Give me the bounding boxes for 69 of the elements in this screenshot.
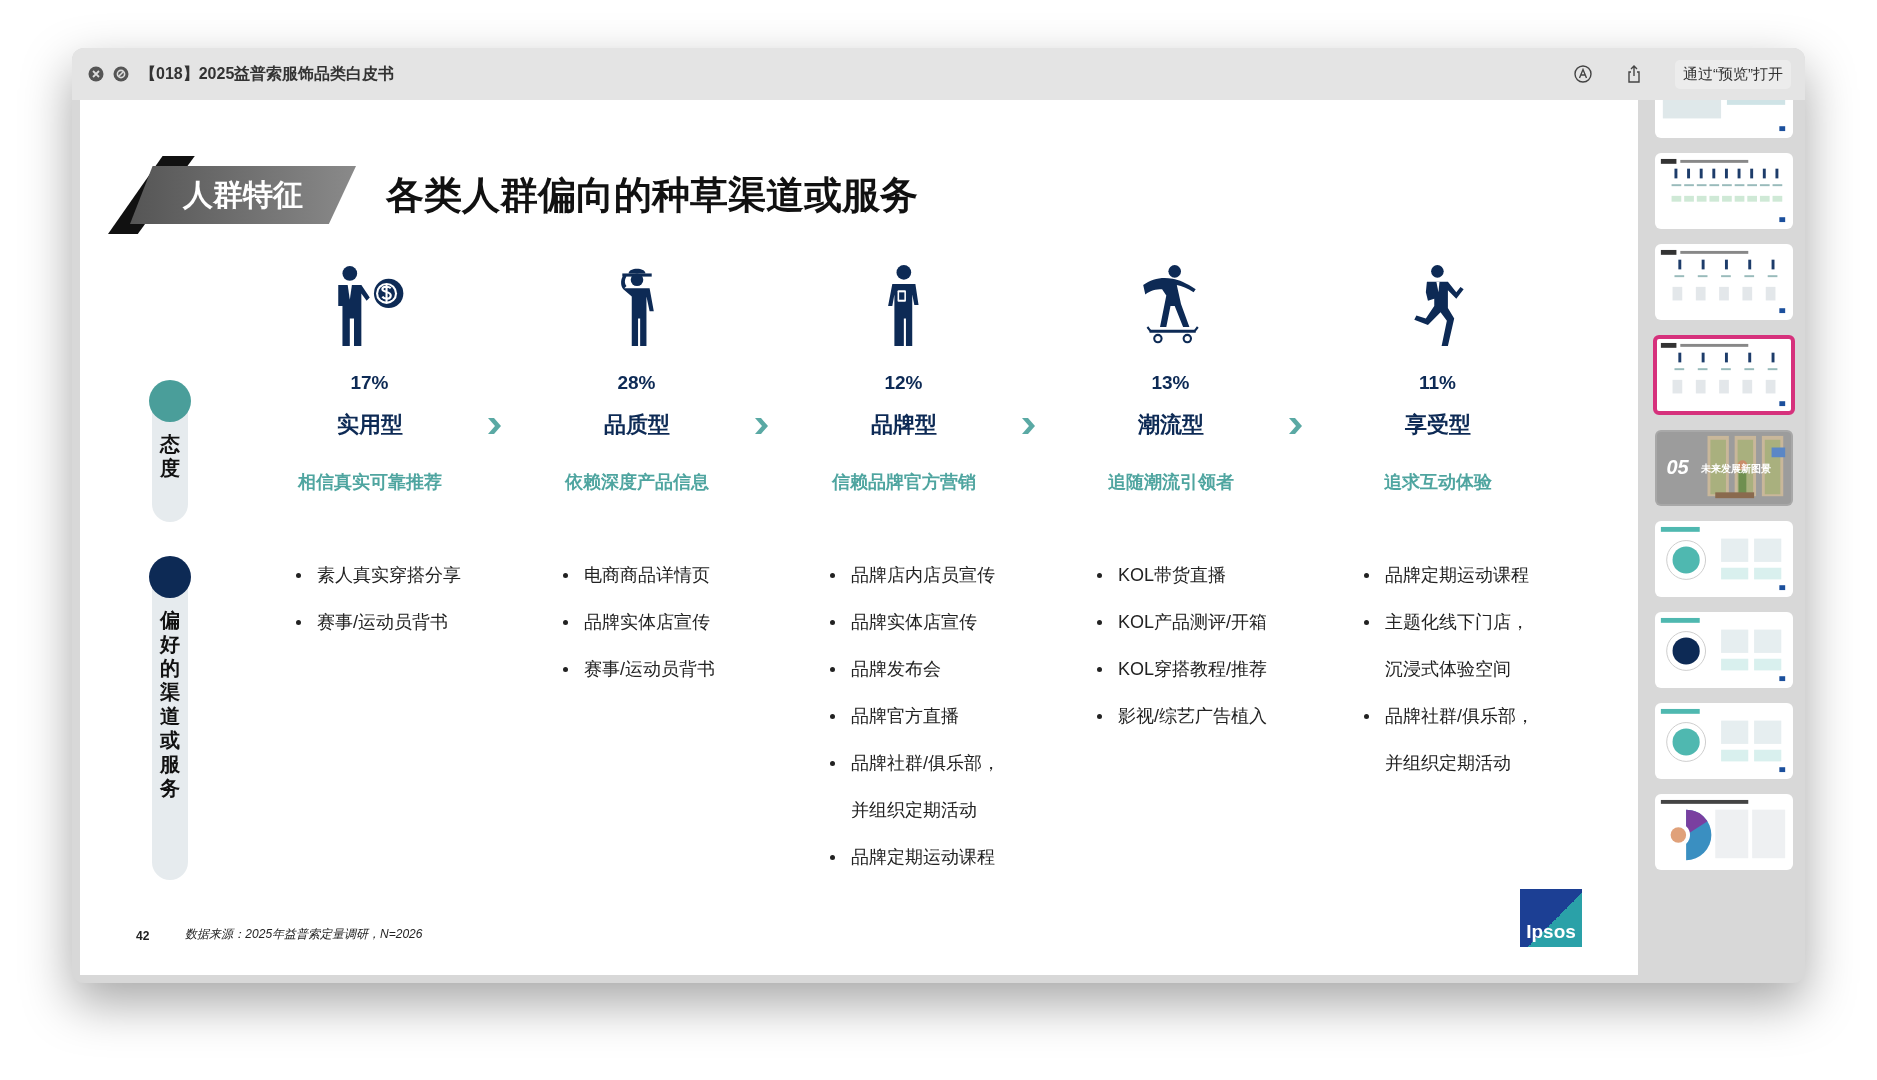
chevron-icon	[1288, 418, 1302, 434]
persona-tagline: 相信真实可靠推荐	[297, 471, 442, 494]
channel-item: 品牌官方直播	[851, 705, 959, 728]
blocked-icon[interactable]	[113, 66, 129, 82]
channel-item: 电商商品详情页	[584, 564, 710, 587]
channel-item: KOL带货直播	[1118, 564, 1227, 587]
bullet-icon	[830, 714, 835, 719]
channel-item: 品牌社群/俱乐部， 并组织定期活动	[1385, 705, 1534, 775]
channel-item: KOL穿搭教程/推荐	[1118, 658, 1268, 681]
open-with-preview-button[interactable]: 通过“预览”打开	[1675, 59, 1791, 89]
channel-item: 赛事/运动员背书	[317, 611, 448, 634]
channel-item: 品牌定期运动课程	[1385, 564, 1529, 587]
bullet-icon	[1364, 620, 1369, 625]
persona-name: 品牌型	[870, 411, 937, 439]
channel-item: 主题化线下门店， 沉浸式体验空间	[1385, 611, 1529, 681]
chevron-icon	[1021, 418, 1035, 434]
channel-item: 品牌实体店宣传	[851, 611, 977, 634]
bullet-icon	[1097, 620, 1102, 625]
persona-tagline: 追随潮流引领者	[1107, 471, 1234, 494]
bullet-icon	[830, 855, 835, 860]
share-value: 28%	[617, 372, 656, 394]
markup-icon[interactable]	[1573, 64, 1593, 84]
channel-item: 品牌发布会	[851, 658, 941, 681]
side-label: 态度	[160, 432, 180, 480]
bullet-icon	[830, 761, 835, 766]
persona-name: 实用型	[336, 411, 403, 439]
channel-item: 品牌定期运动课程	[851, 846, 995, 869]
channel-item: 品牌店内店员宣传	[851, 564, 995, 587]
section-title: 未来发展新图景	[1700, 462, 1771, 476]
channel-item: KOL产品测评/开箱	[1118, 611, 1268, 634]
chevron-icon	[487, 418, 501, 434]
logo: Ipsos	[1520, 889, 1582, 947]
section-badge: 人群特征	[108, 156, 356, 234]
bullet-icon	[830, 620, 835, 625]
persona-name: 潮流型	[1137, 411, 1204, 439]
page-number: 42	[136, 929, 150, 943]
share-value: 13%	[1151, 372, 1190, 394]
bullet-icon	[1364, 714, 1369, 719]
chevron-icon	[754, 418, 768, 434]
close-icon[interactable]	[88, 66, 104, 82]
persona-name: 享受型	[1404, 411, 1471, 439]
bullet-icon	[1364, 573, 1369, 578]
bullet-icon	[830, 667, 835, 672]
bullet-icon	[296, 573, 301, 578]
source-note: 数据来源：2025年益普索定量调研，N=2026	[185, 926, 423, 943]
persona-tagline: 依赖深度产品信息	[564, 471, 709, 494]
bullet-icon	[830, 573, 835, 578]
bullet-icon	[563, 620, 568, 625]
channel-item: 品牌实体店宣传	[584, 611, 710, 634]
share-value: 12%	[884, 372, 923, 394]
share-value: 17%	[350, 372, 389, 394]
persona-name: 品质型	[603, 411, 670, 439]
section-number: 05	[1666, 456, 1689, 479]
bullet-icon	[563, 573, 568, 578]
share-value: 11%	[1419, 372, 1456, 394]
persona-tagline: 追求互动体验	[1383, 471, 1492, 494]
bullet-icon	[563, 667, 568, 672]
window-title: 【018】2025益普索服饰品类白皮书	[140, 63, 395, 84]
channel-item: 赛事/运动员背书	[584, 658, 715, 681]
channel-item: 影视/综艺广告植入	[1118, 705, 1267, 728]
side-label: 偏好的渠道或服务	[160, 608, 180, 800]
channel-item: 品牌社群/俱乐部， 并组织定期活动	[851, 752, 1000, 822]
persona-tagline: 信赖品牌官方营销	[831, 471, 976, 494]
slide-title: 各类人群偏向的种草渠道或服务	[386, 172, 918, 218]
bullet-icon	[1097, 667, 1102, 672]
bullet-icon	[1097, 573, 1102, 578]
bullet-icon	[1097, 714, 1102, 719]
channel-item: 素人真实穿搭分享	[317, 564, 461, 587]
bullet-icon	[296, 620, 301, 625]
